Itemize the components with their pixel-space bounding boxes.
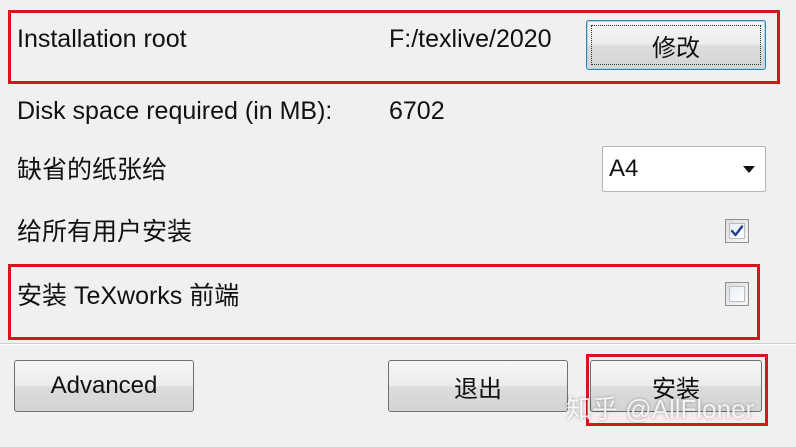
texworks-checkbox[interactable] bbox=[725, 282, 749, 306]
footer-divider bbox=[0, 343, 796, 345]
paper-size-label: 缺省的纸张给 bbox=[17, 156, 168, 184]
paper-size-select[interactable]: A4 bbox=[602, 146, 766, 192]
paper-size-value: A4 bbox=[609, 155, 639, 182]
all-users-checkbox[interactable] bbox=[725, 219, 749, 243]
checkmark-icon bbox=[730, 225, 744, 237]
installation-root-path: F:/texlive/2020 bbox=[389, 25, 552, 53]
modify-button[interactable]: 修改 bbox=[586, 20, 766, 70]
advanced-button[interactable]: Advanced bbox=[14, 360, 194, 412]
all-users-label: 给所有用户安装 bbox=[17, 218, 193, 246]
watermark: 知乎 @AllFloner bbox=[566, 394, 755, 424]
disk-space-value: 6702 bbox=[389, 97, 445, 125]
installation-root-label: Installation root bbox=[17, 25, 187, 53]
chevron-down-icon bbox=[743, 165, 755, 173]
quit-button[interactable]: 退出 bbox=[388, 360, 568, 412]
texworks-checkbox-inner bbox=[729, 286, 745, 302]
disk-space-label: Disk space required (in MB): bbox=[17, 97, 333, 125]
all-users-checkbox-inner bbox=[729, 223, 745, 239]
focus-ring bbox=[591, 25, 761, 65]
texworks-label: 安装 TeXworks 前端 bbox=[17, 282, 240, 310]
